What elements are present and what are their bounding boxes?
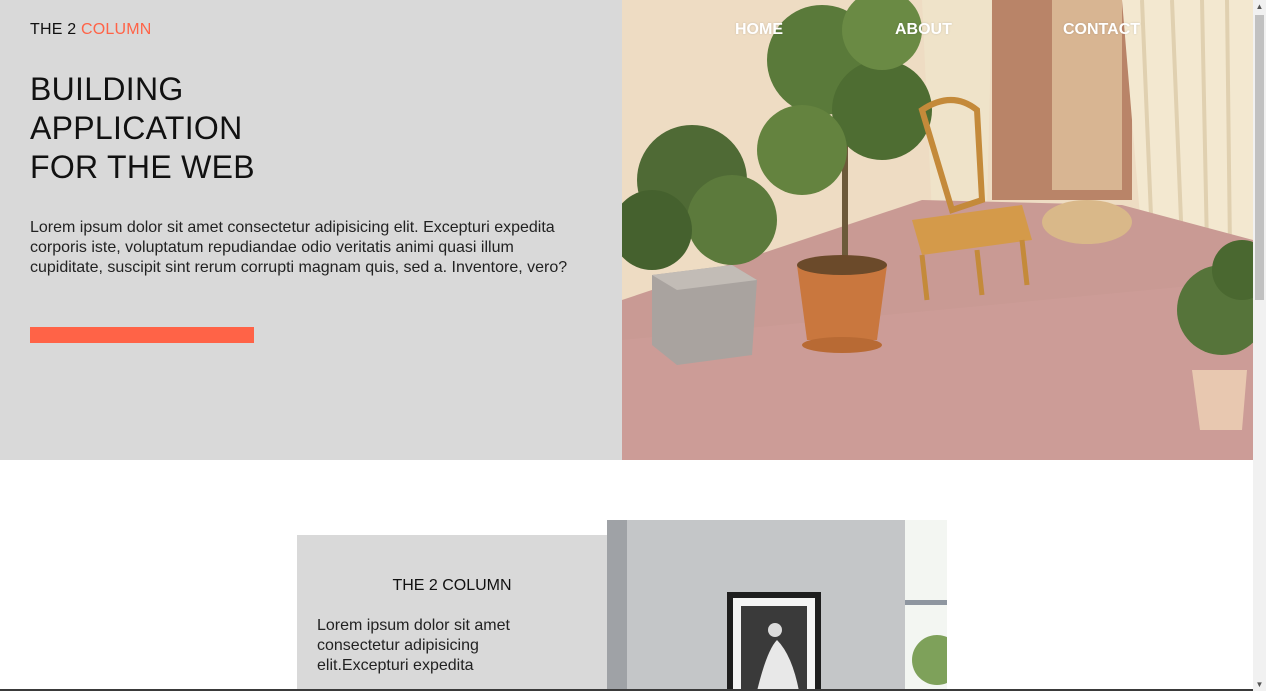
hero-paragraph: Lorem ipsum dolor sit amet consectetur a… xyxy=(30,219,568,276)
card-image xyxy=(607,520,947,691)
vertical-scrollbar[interactable]: ▲ ▼ xyxy=(1253,0,1266,691)
nav-about-link[interactable]: ABOUT xyxy=(895,21,952,39)
room-with-plants-image xyxy=(622,0,1253,460)
card-title: THE 2 COLUMN xyxy=(392,577,512,594)
hero-image: HOME ABOUT CONTACT xyxy=(622,0,1253,460)
site-logo[interactable]: THE 2 COLUMN xyxy=(30,21,152,39)
logo-accent: COLUMN xyxy=(81,21,152,38)
hero-title: BUILDING APPLICATION FOR THE WEB xyxy=(30,70,430,187)
scroll-up-icon[interactable]: ▲ xyxy=(1253,0,1266,13)
card-text: Lorem ipsum dolor sit amet consectetur a… xyxy=(317,617,510,674)
scroll-thumb[interactable] xyxy=(1255,15,1264,300)
scroll-down-icon[interactable]: ▼ xyxy=(1253,678,1266,691)
hero-cta-button[interactable] xyxy=(30,327,254,343)
hero-section: THE 2 COLUMN BUILDING APPLICATION FOR TH… xyxy=(0,0,1253,460)
nav-home-link[interactable]: HOME xyxy=(735,21,783,39)
hero-text-panel: THE 2 COLUMN BUILDING APPLICATION FOR TH… xyxy=(0,0,622,460)
hero-title-line-3: FOR THE WEB xyxy=(30,149,255,185)
column-card: THE 2 COLUMN Lorem ipsum dolor sit amet … xyxy=(297,535,607,691)
main-nav: HOME ABOUT CONTACT xyxy=(622,21,1253,41)
logo-prefix: THE 2 xyxy=(30,21,77,38)
nav-contact-link[interactable]: CONTACT xyxy=(1063,21,1140,39)
hero-title-line-2: APPLICATION xyxy=(30,110,243,146)
hero-title-line-1: BUILDING xyxy=(30,71,184,107)
framed-photo-room-image xyxy=(607,520,947,691)
